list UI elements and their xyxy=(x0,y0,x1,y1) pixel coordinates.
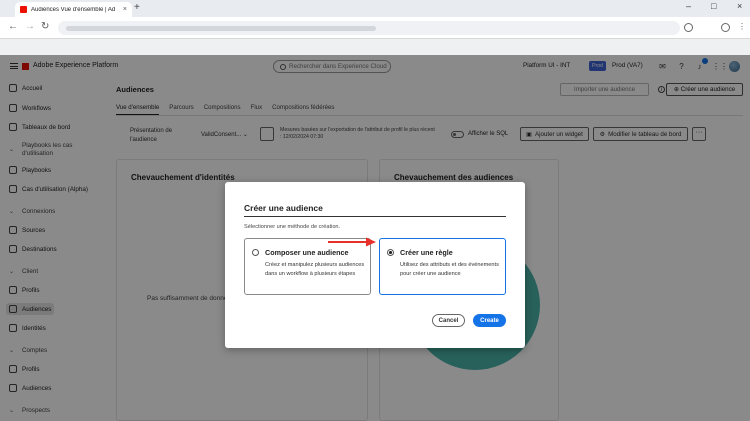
adobe-favicon-icon xyxy=(20,6,27,13)
minimize-button[interactable]: – xyxy=(686,1,691,11)
forward-button[interactable]: → xyxy=(25,21,35,32)
menu-dots-icon[interactable]: ⋮ xyxy=(738,22,746,31)
close-window-button[interactable]: × xyxy=(737,1,742,11)
callout-arrow-icon xyxy=(328,237,376,247)
create-audience-dialog: Créer une audience Sélectionner une méth… xyxy=(225,182,525,348)
dialog-subtitle: Sélectionner une méthode de création. xyxy=(244,224,341,230)
dialog-divider xyxy=(244,216,506,217)
blurred-url xyxy=(66,25,376,31)
url-field[interactable] xyxy=(58,21,680,35)
radio-compose[interactable] xyxy=(252,249,259,256)
reload-button[interactable]: ↻ xyxy=(41,21,49,32)
address-bar: ← → ↻ ⋮ xyxy=(0,17,750,39)
new-tab-button[interactable]: + xyxy=(134,2,140,13)
eye-off-icon[interactable] xyxy=(684,23,693,32)
radio-build-rule[interactable] xyxy=(387,249,394,256)
create-button[interactable]: Create xyxy=(473,314,506,327)
cancel-button[interactable]: Cancel xyxy=(432,314,465,327)
browser-tab[interactable]: Audiences Vue d'ensemble | Ad × xyxy=(15,2,132,17)
option-build-rule[interactable]: Créer une règle Utilisez des attributs e… xyxy=(379,238,506,295)
browser-tabstrip: Audiences Vue d'ensemble | Ad × + – □ × xyxy=(0,0,750,17)
option-title: Composer une audience xyxy=(265,248,349,257)
tab-close-icon[interactable]: × xyxy=(123,6,127,13)
browser-tab-title: Audiences Vue d'ensemble | Ad xyxy=(31,6,116,13)
bookmarks-bar xyxy=(0,39,750,55)
maximize-button[interactable]: □ xyxy=(711,1,716,11)
profile-icon[interactable] xyxy=(721,23,730,32)
back-button[interactable]: ← xyxy=(8,21,18,32)
option-title: Créer une règle xyxy=(400,248,453,257)
option-description: Utilisez des attributs et des événements… xyxy=(400,262,499,277)
dialog-title: Créer une audience xyxy=(244,203,323,213)
option-description: Créez et manipulez plusieurs audiences d… xyxy=(265,262,365,277)
